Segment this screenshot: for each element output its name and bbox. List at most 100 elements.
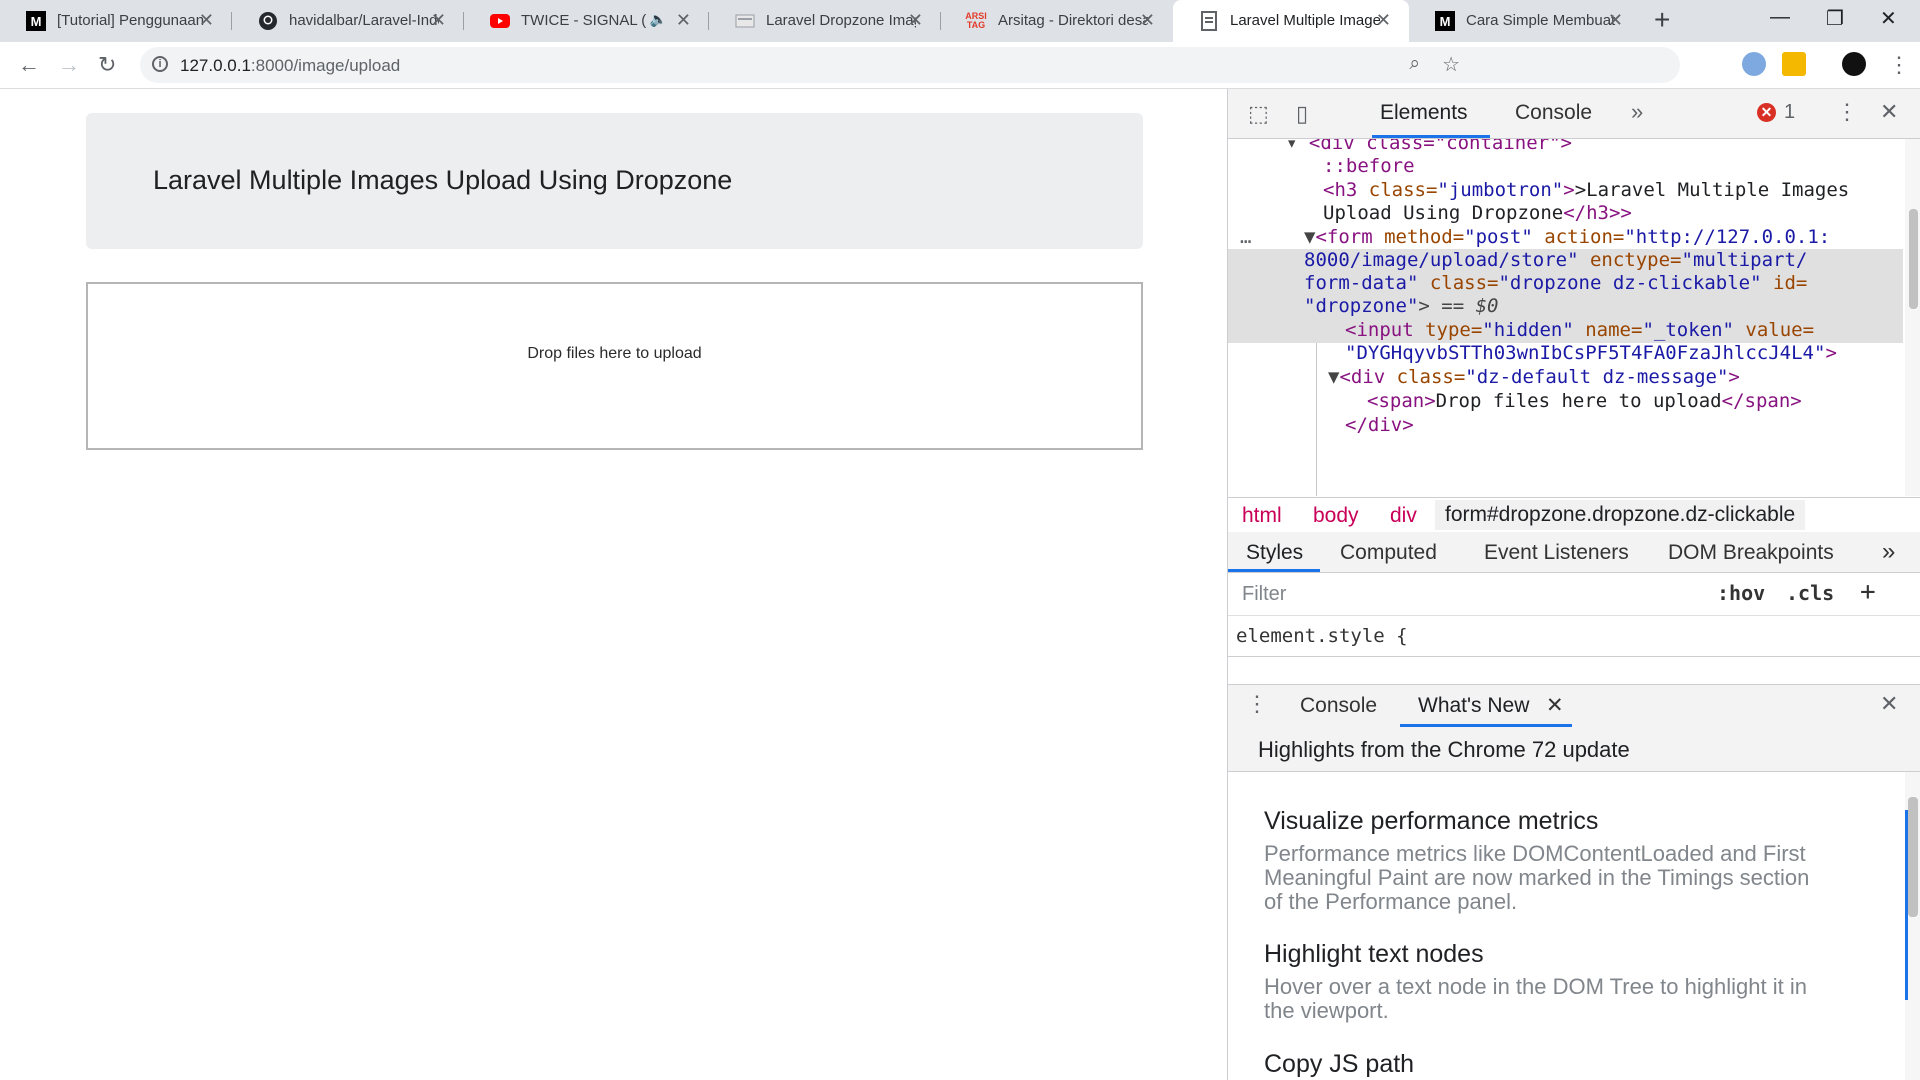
breadcrumb-div[interactable]: div — [1390, 504, 1417, 528]
more-menu-icon[interactable]: ⋮ — [1888, 52, 1910, 78]
tree-guide — [1316, 343, 1317, 496]
tab-elements[interactable]: Elements — [1380, 101, 1468, 125]
speaker-icon[interactable]: 🔈 — [650, 11, 667, 28]
url-text[interactable]: 127.0.0.1:8000/image/upload — [180, 56, 400, 76]
elements-scrollbar[interactable] — [1905, 139, 1920, 496]
tab-strip: M [Tutorial] Penggunaan ✕ havidalbar/Lar… — [0, 0, 1920, 42]
zoom-icon[interactable]: ⌕ — [1409, 53, 1420, 75]
profile-avatar-icon[interactable] — [1842, 52, 1866, 76]
whats-new-item[interactable]: Copy JS path — [1264, 1050, 1414, 1079]
page-title: Laravel Multiple Images Upload Using Dro… — [153, 165, 733, 195]
maximize-icon[interactable]: ❐ — [1826, 6, 1844, 31]
tab-github[interactable]: havidalbar/Laravel-Inde ✕ — [232, 0, 464, 42]
scrollbar-thumb[interactable] — [1908, 797, 1918, 917]
code-line[interactable]: <span>Drop files here to upload</span> — [1367, 390, 1802, 413]
error-count[interactable]: 1 — [1784, 101, 1795, 124]
info-icon[interactable]: i — [152, 56, 168, 72]
drawer-tab-console[interactable]: Console — [1300, 694, 1377, 718]
new-tab-icon[interactable]: + — [1654, 6, 1670, 34]
whats-new-header: Highlights from the Chrome 72 update — [1228, 727, 1920, 772]
close-icon[interactable]: ✕ — [431, 10, 446, 31]
window-close-icon[interactable]: ✕ — [1880, 6, 1897, 31]
close-icon[interactable]: ✕ — [1376, 10, 1391, 31]
element-style-text: element.style { — [1236, 625, 1408, 647]
device-toolbar-icon[interactable]: ▯ — [1296, 101, 1308, 127]
tab-tutorial[interactable]: M [Tutorial] Penggunaan ✕ — [0, 0, 232, 42]
inspect-element-icon[interactable]: ⬚ — [1248, 101, 1269, 127]
error-icon[interactable]: ✕ — [1757, 103, 1776, 122]
browser-toolbar: ← → ↻ i 127.0.0.1:8000/image/upload ⌕ ☆ … — [0, 42, 1920, 89]
whats-new-item[interactable]: Highlight text nodes Hover over a text n… — [1264, 940, 1824, 1023]
code-line[interactable]: ▼<div class="dz-default dz-message"> — [1328, 366, 1740, 389]
extension-icon[interactable] — [1742, 52, 1766, 76]
tab-dom-breakpoints[interactable]: DOM Breakpoints — [1668, 541, 1834, 565]
ellipsis-icon[interactable]: … — [1240, 226, 1251, 249]
code-line[interactable]: Upload Using Dropzone</h3>> — [1323, 202, 1632, 225]
close-icon[interactable]: ✕ — [1608, 10, 1623, 31]
breadcrumb-html[interactable]: html — [1242, 504, 1282, 528]
reload-icon[interactable]: ↻ — [98, 52, 116, 78]
close-icon[interactable]: ✕ — [1140, 10, 1155, 31]
close-icon[interactable]: ✕ — [676, 10, 691, 31]
medium-icon: M — [26, 11, 46, 31]
devtools-menu-icon[interactable]: ⋮ — [1836, 99, 1858, 125]
more-tabs-icon[interactable]: » — [1631, 99, 1643, 125]
code-line[interactable]: ::before — [1323, 155, 1415, 178]
forward-icon[interactable]: → — [58, 52, 80, 78]
code-line-selected[interactable]: ▼<form method="post" action="http://127.… — [1304, 226, 1830, 249]
more-tabs-icon[interactable]: » — [1882, 538, 1895, 566]
dropzone[interactable]: Drop files here to upload — [86, 282, 1143, 450]
close-icon[interactable]: ✕ — [199, 10, 214, 31]
tab-arsitag[interactable]: ARSI TAG Arsitag - Direktori desa ✕ — [941, 0, 1173, 42]
code-line[interactable]: "dropzone"> == $0 — [1304, 295, 1498, 318]
github-icon — [258, 11, 278, 31]
whats-new-item[interactable]: Visualize performance metrics Performanc… — [1264, 807, 1824, 914]
minimize-icon[interactable]: — — [1770, 6, 1790, 29]
code-line[interactable]: "DYGHqyvbSTTh03wnIbCsPF5T4FA0FzaJhlccJ4L… — [1345, 342, 1837, 365]
tab-styles[interactable]: Styles — [1246, 541, 1303, 565]
drawer-close-icon[interactable]: ✕ — [1880, 691, 1898, 717]
devtools-tabbar: ⬚ ▯ Elements Console » ✕ 1 ⋮ ✕ — [1228, 89, 1920, 139]
cls-toggle[interactable]: .cls — [1786, 581, 1834, 605]
page-icon — [735, 11, 755, 31]
tab-cara-simple[interactable]: M Cara Simple Membuat ✕ — [1409, 0, 1641, 42]
tab-laravel-multiple[interactable]: Laravel Multiple Image ✕ — [1173, 0, 1409, 42]
tab-title: Arsitag - Direktori desa — [998, 12, 1148, 29]
breadcrumb-form[interactable]: form#dropzone.dropzone.dz-clickable — [1435, 500, 1806, 530]
hov-toggle[interactable]: :hov — [1717, 581, 1765, 605]
code-line[interactable]: 8000/image/upload/store" enctype="multip… — [1304, 249, 1807, 272]
tab-computed[interactable]: Computed — [1340, 541, 1437, 565]
devtools-close-icon[interactable]: ✕ — [1880, 99, 1898, 125]
active-tab-indicator — [1372, 135, 1490, 138]
close-icon[interactable]: ✕ — [908, 10, 923, 31]
tab-dropzone[interactable]: Laravel Dropzone Imag ✕ — [709, 0, 941, 42]
add-rule-icon[interactable]: + — [1860, 577, 1876, 607]
filter-input[interactable]: Filter — [1242, 583, 1286, 606]
devtools-panel: ⬚ ▯ Elements Console » ✕ 1 ⋮ ✕ ▾ <div cl… — [1227, 89, 1920, 1080]
code-line[interactable]: <input type="hidden" name="_token" value… — [1345, 319, 1814, 342]
close-icon[interactable]: ✕ — [1546, 693, 1564, 718]
breadcrumb-body[interactable]: body — [1313, 504, 1359, 528]
back-icon[interactable]: ← — [18, 52, 40, 78]
scrollbar-thumb[interactable] — [1909, 209, 1918, 309]
code-line[interactable]: form-data" class="dropzone dz-clickable"… — [1304, 272, 1807, 295]
address-bar[interactable]: i 127.0.0.1:8000/image/upload ⌕ ☆ — [140, 47, 1680, 83]
youtube-icon — [490, 11, 510, 31]
active-tab-indicator — [1228, 569, 1320, 572]
code-line[interactable]: <h3 class="jumbotron">>Laravel Multiple … — [1323, 179, 1849, 202]
bookmark-star-icon[interactable]: ☆ — [1442, 52, 1460, 77]
tab-event-listeners[interactable]: Event Listeners — [1484, 541, 1629, 565]
tab-youtube[interactable]: TWICE - SIGNAL (C 🔈 ✕ — [464, 0, 709, 42]
extension-icon[interactable] — [1782, 52, 1806, 76]
drawer-tab-whats-new[interactable]: What's New — [1418, 694, 1529, 718]
code-line[interactable]: </div> — [1345, 414, 1414, 437]
whats-new-title: Copy JS path — [1264, 1050, 1415, 1078]
breadcrumb: html body div form#dropzone.dropzone.dz-… — [1228, 497, 1920, 533]
drawer-scrollbar[interactable] — [1905, 772, 1920, 1080]
drawer-menu-icon[interactable]: ⋮ — [1246, 691, 1268, 717]
whats-new-desc: Hover over a text node in the DOM Tree t… — [1264, 974, 1807, 1023]
tab-console[interactable]: Console — [1515, 101, 1592, 125]
element-style-rule[interactable]: element.style { — [1228, 616, 1920, 657]
elements-tree: ▾ <div class="container"> ::before <h3 c… — [1228, 139, 1903, 496]
code-line[interactable]: ▾ <div class="container"> — [1286, 139, 1572, 155]
